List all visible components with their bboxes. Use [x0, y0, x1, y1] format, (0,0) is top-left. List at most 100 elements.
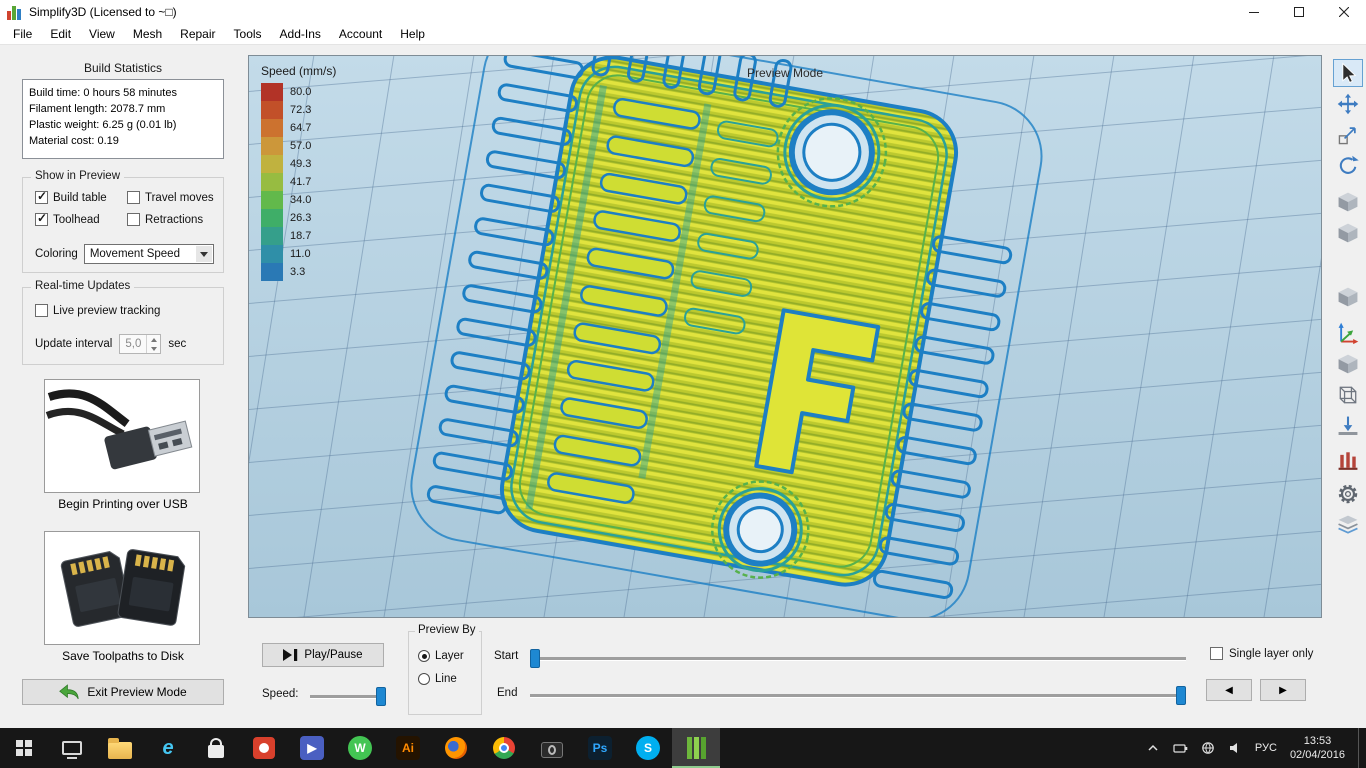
maximize-button[interactable] — [1276, 0, 1321, 24]
legend-color-swatch — [261, 101, 283, 119]
begin-printing-usb-button[interactable] — [44, 379, 200, 493]
menu-item[interactable]: Help — [391, 25, 434, 43]
exit-preview-mode-button[interactable]: Exit Preview Mode — [22, 679, 224, 705]
single-layer-checkbox[interactable]: Single layer only — [1210, 647, 1313, 660]
language-indicator[interactable]: РУС — [1255, 742, 1277, 754]
live-preview-checkbox[interactable]: Live preview tracking — [35, 304, 160, 317]
checkbox-label: Build table — [53, 192, 107, 204]
previous-layer-button[interactable]: ◀ — [1206, 679, 1252, 701]
disk-button-label[interactable]: Save Toolpaths to Disk — [12, 649, 234, 663]
camera-app-icon[interactable] — [528, 728, 576, 768]
menu-item[interactable]: Account — [330, 25, 391, 43]
usb-button-label[interactable]: Begin Printing over USB — [12, 497, 234, 511]
checkbox-box — [1210, 647, 1223, 660]
move-icon[interactable] — [1333, 90, 1363, 118]
cross-section-icon[interactable] — [1333, 511, 1363, 539]
video-player-icon[interactable]: ▶ — [288, 728, 336, 768]
stat-line: Build time: 0 hours 58 minutes — [29, 85, 217, 101]
legend-row: 26.3 — [261, 209, 336, 227]
spinner-down-icon[interactable] — [147, 344, 160, 353]
select-cursor-icon[interactable] — [1333, 59, 1363, 87]
start-button[interactable] — [0, 728, 48, 768]
legend-value: 3.3 — [290, 266, 305, 278]
skype-icon[interactable]: S — [624, 728, 672, 768]
simplify3d-icon[interactable] — [672, 728, 720, 768]
checkbox-label: Travel moves — [145, 192, 214, 204]
end-slider-thumb[interactable] — [1176, 686, 1186, 705]
menu-item[interactable]: Tools — [225, 25, 271, 43]
3d-viewport[interactable]: Preview Mode Speed (mm/s) 80.0 72.3 — [248, 55, 1322, 618]
windows-store-icon[interactable] — [192, 728, 240, 768]
dropdown-arrow-icon[interactable] — [196, 246, 212, 262]
illustrator-icon[interactable]: Ai — [384, 728, 432, 768]
update-interval-spinner[interactable]: 5,0 — [119, 334, 161, 354]
save-toolpaths-button[interactable] — [44, 531, 200, 645]
coordinate-axes-icon[interactable] — [1333, 319, 1363, 347]
place-on-bed-icon[interactable] — [1333, 412, 1363, 440]
menu-item[interactable]: File — [4, 25, 41, 43]
show-desktop-button[interactable] — [1358, 728, 1364, 768]
battery-icon[interactable] — [1173, 741, 1188, 755]
start-layer-slider[interactable] — [530, 657, 1186, 660]
legend-color-swatch — [261, 209, 283, 227]
chrome-icon[interactable] — [480, 728, 528, 768]
settings-gear-icon[interactable] — [1333, 480, 1363, 508]
end-layer-slider[interactable] — [530, 694, 1186, 697]
scale-icon[interactable] — [1333, 121, 1363, 149]
speed-slider-thumb[interactable] — [376, 687, 386, 706]
solid-model-icon[interactable] — [1333, 350, 1363, 378]
legend-value: 18.7 — [290, 230, 311, 242]
wireframe-model-icon[interactable] — [1333, 381, 1363, 409]
preview-option-checkbox[interactable]: Travel moves — [127, 191, 221, 204]
clock[interactable]: 13:53 02/04/2016 — [1290, 734, 1345, 762]
menu-item[interactable]: View — [80, 25, 124, 43]
app-icon-glyph — [208, 745, 224, 758]
menu-item[interactable]: Edit — [41, 25, 80, 43]
green-back-arrow-icon — [59, 684, 79, 700]
checkbox-label: Retractions — [145, 214, 203, 226]
view-cube-icon[interactable] — [1333, 188, 1363, 216]
menu-item[interactable]: Repair — [171, 25, 224, 43]
rotate-icon[interactable] — [1333, 152, 1363, 180]
start-slider-thumb[interactable] — [530, 649, 540, 668]
printed-part-preview — [403, 56, 1051, 617]
coloring-label: Coloring — [35, 248, 78, 260]
preview-by-option[interactable]: Line — [418, 673, 464, 685]
legend-row: 72.3 — [261, 101, 336, 119]
perspective-view-icon[interactable] — [1333, 283, 1363, 311]
spinner-up-icon[interactable] — [147, 335, 160, 344]
chevron-up-icon[interactable] — [1146, 741, 1160, 755]
app-icon-glyph — [108, 742, 132, 759]
close-button[interactable] — [1321, 0, 1366, 24]
media-app-icon[interactable] — [240, 728, 288, 768]
edge-browser-icon[interactable]: e — [144, 728, 192, 768]
minimize-button[interactable] — [1231, 0, 1276, 24]
menu-item[interactable]: Add-Ins — [271, 25, 330, 43]
support-structures-icon[interactable] — [1333, 446, 1363, 474]
app-icon-glyph: Ai — [396, 736, 420, 760]
firefox-icon[interactable] — [432, 728, 480, 768]
file-explorer-icon[interactable] — [96, 728, 144, 768]
standard-views-icon[interactable] — [1333, 219, 1363, 247]
photoshop-icon[interactable]: Ps — [576, 728, 624, 768]
volume-icon[interactable] — [1228, 741, 1242, 755]
network-icon[interactable] — [1201, 741, 1215, 755]
speed-slider[interactable] — [310, 695, 386, 698]
coloring-dropdown[interactable]: Movement Speed — [84, 244, 214, 264]
single-layer-label: Single layer only — [1229, 648, 1313, 660]
app-icon-glyph — [62, 741, 82, 755]
preview-by-option[interactable]: Layer — [418, 650, 464, 662]
next-layer-button[interactable]: ▶ — [1260, 679, 1306, 701]
preview-option-checkbox[interactable]: Retractions — [127, 213, 221, 226]
menu-item[interactable]: Mesh — [124, 25, 171, 43]
preview-option-checkbox[interactable]: Toolhead — [35, 213, 127, 226]
preview-option-checkbox[interactable]: Build table — [35, 191, 127, 204]
legend-row: 11.0 — [261, 245, 336, 263]
task-view-icon[interactable] — [48, 728, 96, 768]
play-pause-button[interactable]: Play/Pause — [262, 643, 384, 667]
legend-row: 18.7 — [261, 227, 336, 245]
legend-color-swatch — [261, 191, 283, 209]
real-time-updates-title: Real-time Updates — [31, 280, 134, 292]
build-statistics-title: Build Statistics — [12, 61, 234, 75]
whatsapp-icon[interactable]: W — [336, 728, 384, 768]
